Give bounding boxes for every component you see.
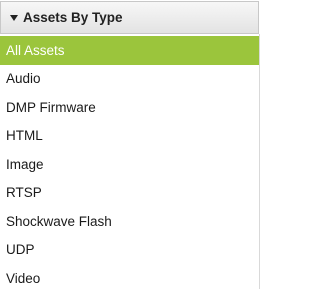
assets-by-type-header[interactable]: Assets By Type — [0, 1, 259, 34]
list-item-video[interactable]: Video — [0, 264, 259, 293]
asset-type-list: All Assets Audio DMP Firmware HTML Image… — [0, 36, 259, 293]
list-item-rtsp[interactable]: RTSP — [0, 179, 259, 208]
panel-right-border — [259, 34, 260, 289]
list-item-udp[interactable]: UDP — [0, 236, 259, 265]
list-item-html[interactable]: HTML — [0, 122, 259, 151]
list-item-shockwave-flash[interactable]: Shockwave Flash — [0, 207, 259, 236]
caret-down-icon[interactable] — [10, 14, 18, 21]
panel-title: Assets By Type — [23, 10, 123, 25]
list-item-all-assets[interactable]: All Assets — [0, 36, 259, 65]
assets-by-type-panel: Assets By Type All Assets Audio DMP Firm… — [0, 0, 261, 289]
list-item-dmp-firmware[interactable]: DMP Firmware — [0, 93, 259, 122]
list-item-audio[interactable]: Audio — [0, 65, 259, 94]
list-item-image[interactable]: Image — [0, 150, 259, 179]
